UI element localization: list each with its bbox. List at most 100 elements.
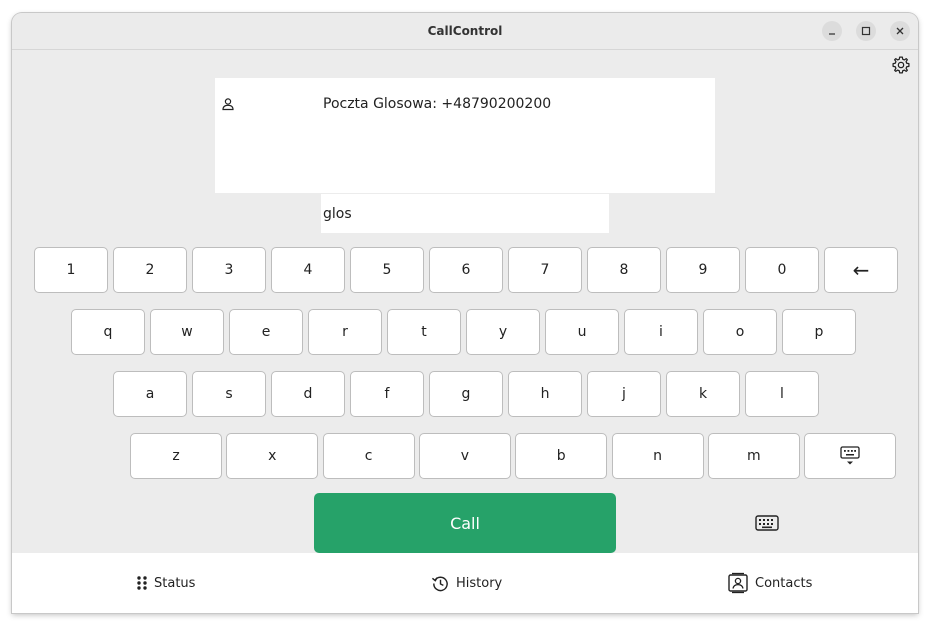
key-label: a	[145, 386, 155, 402]
minimize-icon	[829, 33, 835, 35]
app-window: CallControl Poczta Glosowa: +48790200200…	[12, 13, 918, 613]
key-u[interactable]: u	[545, 309, 619, 355]
person-icon	[221, 96, 235, 115]
key-3[interactable]: 3	[192, 247, 266, 293]
key-label: v	[460, 448, 470, 464]
key-label: r	[342, 324, 348, 340]
key-p[interactable]: p	[782, 309, 856, 355]
key-1[interactable]: 1	[34, 247, 108, 293]
key-f[interactable]: f	[350, 371, 424, 417]
key-label: f	[384, 386, 390, 402]
nav-contacts-label: Contacts	[755, 575, 813, 591]
key-label: c	[364, 448, 373, 464]
key-label: 6	[461, 262, 471, 278]
key-c[interactable]: c	[322, 433, 415, 479]
key-v[interactable]: v	[418, 433, 511, 479]
key-label: q	[103, 324, 113, 340]
key-i[interactable]: i	[624, 309, 698, 355]
key-m[interactable]: m	[707, 433, 800, 479]
keyboard-hide-icon	[840, 446, 860, 465]
call-button[interactable]: Call	[314, 493, 616, 553]
key-z[interactable]: z	[130, 433, 222, 479]
settings-button[interactable]	[888, 52, 914, 78]
key-9[interactable]: 9	[666, 247, 740, 293]
key-5[interactable]: 5	[350, 247, 424, 293]
key-2[interactable]: 2	[113, 247, 187, 293]
key-label: 2	[145, 262, 155, 278]
key-s[interactable]: s	[192, 371, 266, 417]
key-x[interactable]: x	[226, 433, 319, 479]
contacts-icon	[728, 572, 748, 594]
key-g[interactable]: g	[429, 371, 503, 417]
key-j[interactable]: j	[587, 371, 661, 417]
key-label: 8	[619, 262, 629, 278]
key-d[interactable]: d	[271, 371, 345, 417]
contact-suggestion[interactable]: Poczta Glosowa: +48790200200	[323, 96, 551, 112]
nav-contacts[interactable]: Contacts	[727, 553, 812, 613]
key-label: h	[540, 386, 550, 402]
key-hide-keyboard[interactable]	[804, 433, 896, 479]
key-label: 3	[224, 262, 234, 278]
key-label: 7	[540, 262, 550, 278]
key-7[interactable]: 7	[508, 247, 582, 293]
key-label: m	[746, 448, 761, 464]
key-r[interactable]: r	[308, 309, 382, 355]
key-label: ←	[852, 258, 870, 282]
nav-history[interactable]: History	[431, 553, 502, 613]
key-label: 0	[777, 262, 787, 278]
key-8[interactable]: 8	[587, 247, 661, 293]
key-y[interactable]: y	[466, 309, 540, 355]
keyboard-icon	[755, 515, 779, 531]
key-label: u	[577, 324, 587, 340]
key-label: n	[653, 448, 662, 464]
key-label: s	[225, 386, 233, 402]
key-label: g	[461, 386, 471, 402]
key-h[interactable]: h	[508, 371, 582, 417]
contact-suggestion-panel: Poczta Glosowa: +48790200200	[215, 78, 715, 193]
key-label: x	[268, 448, 277, 464]
key-l[interactable]: l	[745, 371, 819, 417]
key-label: o	[735, 324, 745, 340]
key-t[interactable]: t	[387, 309, 461, 355]
number-input[interactable]: glos	[321, 194, 609, 233]
key-k[interactable]: k	[666, 371, 740, 417]
key-label: 5	[382, 262, 392, 278]
key-label: k	[698, 386, 708, 402]
close-button[interactable]	[890, 21, 910, 41]
bottom-navigation: Status History Contacts	[12, 553, 918, 613]
call-button-label: Call	[450, 513, 480, 533]
key-label: b	[556, 448, 566, 464]
key-b[interactable]: b	[515, 433, 608, 479]
key-n[interactable]: n	[611, 433, 704, 479]
close-icon	[896, 27, 904, 35]
nav-history-label: History	[456, 575, 503, 591]
key-label: i	[659, 324, 663, 340]
key-backspace[interactable]: ←	[824, 247, 898, 293]
key-4[interactable]: 4	[271, 247, 345, 293]
key-label: 4	[303, 262, 313, 278]
key-label: j	[622, 386, 626, 402]
nav-status-label: Status	[154, 575, 196, 591]
key-label: w	[181, 324, 193, 340]
dots-grid-icon	[137, 576, 147, 590]
nav-status[interactable]: Status	[136, 553, 195, 613]
key-q[interactable]: q	[71, 309, 145, 355]
key-label: 9	[698, 262, 708, 278]
key-e[interactable]: e	[229, 309, 303, 355]
key-label: y	[498, 324, 508, 340]
key-0[interactable]: 0	[745, 247, 819, 293]
keyboard-toggle-button[interactable]	[754, 512, 780, 534]
key-label: l	[780, 386, 784, 402]
key-6[interactable]: 6	[429, 247, 503, 293]
gear-icon	[892, 56, 910, 74]
window-title: CallControl	[427, 24, 503, 38]
key-a[interactable]: a	[113, 371, 187, 417]
key-w[interactable]: w	[150, 309, 224, 355]
key-label: e	[261, 324, 271, 340]
minimize-button[interactable]	[822, 21, 842, 41]
key-o[interactable]: o	[703, 309, 777, 355]
number-input-value: glos	[323, 206, 352, 222]
maximize-icon	[861, 26, 871, 36]
key-label: 1	[66, 262, 76, 278]
maximize-button[interactable]	[856, 21, 876, 41]
